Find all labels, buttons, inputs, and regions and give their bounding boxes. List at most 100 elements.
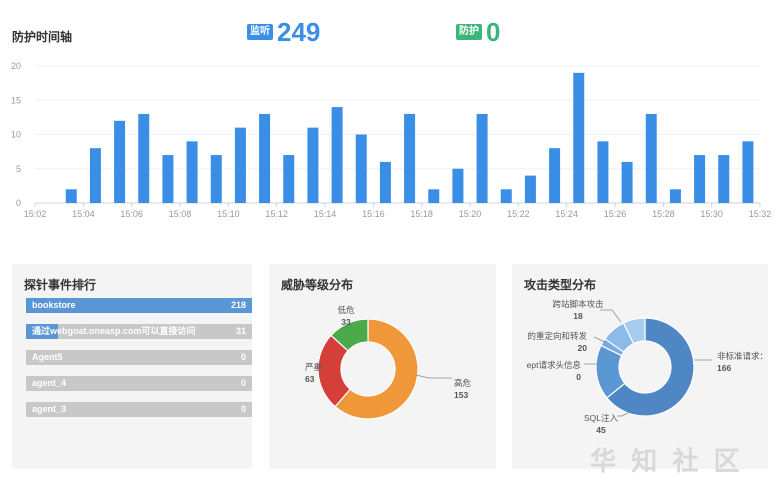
x-tick-label: 15:12 (265, 209, 288, 219)
timeline-bar (307, 127, 319, 203)
timeline-bar (210, 155, 222, 203)
threat-donut-chart[interactable]: 高危 153 严重 63 低危 33 (269, 264, 496, 469)
x-tick-label: 15:14 (314, 209, 337, 219)
slice-value: 20 (578, 343, 588, 353)
ranking-row[interactable]: agent_4 0 (26, 376, 252, 391)
protect-count: 0 (486, 17, 501, 47)
slice-value: 33 (341, 317, 351, 327)
timeline-bar (89, 148, 101, 203)
ranking-value: 0 (240, 404, 246, 414)
x-tick-label: 15:10 (217, 209, 240, 219)
timeline-bar (162, 155, 174, 203)
slice-value: 166 (717, 363, 731, 373)
slice-label: SQL注入 (584, 413, 619, 423)
protect-badge: 防护 (456, 24, 482, 40)
slice-label: ept请求头信息 (527, 360, 582, 370)
timeline-bar (428, 189, 440, 203)
timeline-bar (65, 189, 77, 203)
page-title: 防护时间轴 (12, 30, 73, 44)
x-tick-label: 15:28 (652, 209, 675, 219)
attack-panel: 攻击类型分布 非标准请求：(166 SQL注入 45 ept请求头信息 0 的重定向和转发… (512, 264, 768, 469)
ranking-name: 通过webgoat.oneasp.com可以直接访问 (32, 326, 196, 336)
timeline-bar (718, 155, 730, 203)
ranking-name: agent_3 (32, 404, 67, 414)
listen-stat: 监听 249 (247, 18, 320, 46)
x-tick-label: 15:06 (120, 209, 143, 219)
timeline-bar (597, 141, 609, 203)
timeline-chart[interactable]: 0 5 10 15 20 15:02 15:04 15:06 15:08 15:10 15:12 15… (0, 55, 782, 225)
timeline-bar (476, 113, 488, 203)
ranking-row[interactable]: Agent5 0 (26, 350, 252, 365)
x-tick-label: 15:22 (507, 209, 530, 219)
slice-label: 非标准请求：( (717, 351, 768, 361)
slice-label: 的重定向和转发 (527, 331, 587, 341)
timeline-bar (452, 168, 464, 203)
ranking-panel: 探针事件排行 bookstore 218 通过webgoat.oneasp.com可… (12, 264, 252, 469)
timeline-bar (500, 189, 512, 203)
x-tick-label: 15:16 (362, 209, 385, 219)
slice-value: 18 (573, 311, 583, 321)
slice-value: 45 (596, 425, 606, 435)
leader-line (415, 374, 452, 379)
leader-line (600, 309, 622, 323)
y-tick-label: 5 (16, 164, 21, 174)
ranking-name: Agent5 (32, 352, 63, 362)
x-tick-label: 15:08 (169, 209, 192, 219)
timeline-bar (138, 113, 150, 203)
timeline-bar (404, 113, 416, 203)
timeline-bar (694, 155, 706, 203)
x-tick-label: 15:18 (410, 209, 433, 219)
timeline-bar (379, 161, 391, 203)
timeline-bar (549, 148, 561, 203)
slice-value: 0 (576, 372, 581, 382)
ranking-name: bookstore (32, 300, 76, 310)
slice-value: 63 (305, 374, 315, 384)
slice-label: 高危 (454, 378, 472, 388)
slice-label: 低危 (337, 305, 355, 315)
y-tick-label: 0 (16, 198, 21, 208)
y-tick-label: 15 (11, 95, 21, 105)
listen-badge: 监听 (247, 24, 273, 40)
listen-count: 249 (277, 17, 321, 47)
x-tick-label: 15:30 (700, 209, 723, 219)
protect-stat: 防护 0 (456, 18, 500, 46)
x-tick-label: 15:24 (555, 209, 578, 219)
slice-label: 严重 (305, 362, 323, 372)
timeline-bar (355, 134, 367, 203)
y-tick-label: 10 (11, 130, 21, 140)
ranking-row[interactable]: agent_3 0 (26, 402, 252, 417)
timeline-bar (621, 161, 633, 203)
timeline-bar (645, 113, 657, 203)
x-tick-label: 15:26 (604, 209, 627, 219)
timeline-bar (669, 189, 681, 203)
ranking-row[interactable]: bookstore 218 (26, 298, 252, 313)
y-tick-label: 20 (11, 61, 21, 71)
watermark: 华 知 社 区 (590, 446, 744, 476)
slice-value: 153 (454, 390, 468, 400)
x-tick-label: 15:02 (24, 209, 47, 219)
ranking-name: agent_4 (32, 378, 67, 388)
timeline-bar (114, 120, 126, 203)
x-tick-label: 15:20 (459, 209, 482, 219)
timeline-bar (186, 141, 198, 203)
leader-line (617, 411, 631, 417)
timeline-bar (573, 72, 585, 203)
timeline-bar (259, 113, 271, 203)
timeline-bar (234, 127, 246, 203)
timeline-bar (331, 107, 343, 203)
ranking-row[interactable]: 通过webgoat.oneasp.com可以直接访问 31 (26, 324, 252, 339)
ranking-value: 0 (240, 352, 246, 362)
timeline-bar (524, 175, 536, 203)
x-tick-label: 15:32 (749, 209, 772, 219)
slice-label: 跨站脚本攻击 (552, 299, 603, 309)
ranking-value: 0 (240, 378, 246, 388)
leader-line (593, 336, 606, 343)
x-tick-label: 15:04 (72, 209, 95, 219)
attack-donut-chart[interactable]: 非标准请求：( 166 SQL注入 45 ept请求头信息 0 的重定向和转发 20 跨站脚本攻… (512, 264, 768, 469)
timeline-bar (742, 141, 754, 203)
ranking-title: 探针事件排行 (24, 278, 97, 292)
ranking-value: 218 (230, 300, 246, 310)
timeline-bar (283, 155, 295, 203)
threat-panel: 威胁等级分布 高危 153 严重 63 低危 33 (269, 264, 496, 469)
ranking-value: 31 (235, 326, 246, 336)
